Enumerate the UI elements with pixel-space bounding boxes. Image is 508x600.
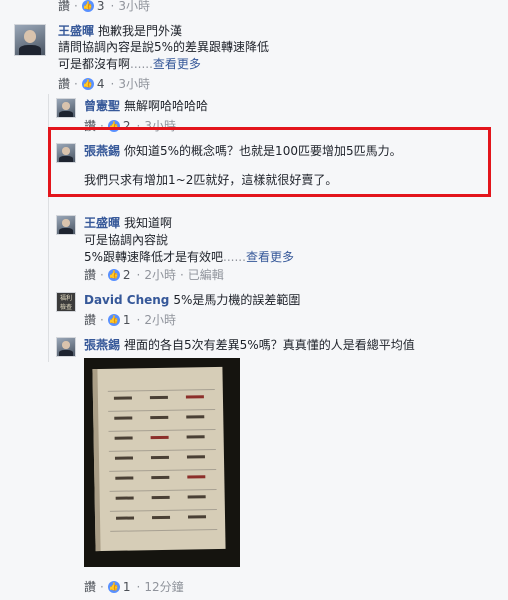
comment-text-line: 請問協調內容是說5%的差異跟轉速降低 bbox=[58, 40, 270, 54]
comment-meta: 讚 · 👍 4 · 3小時 bbox=[58, 76, 150, 92]
avatar[interactable] bbox=[56, 143, 76, 163]
separator-dot: · bbox=[136, 580, 141, 594]
comment-author[interactable]: 張燕錫 bbox=[84, 144, 120, 158]
comment-time[interactable]: 2小時 bbox=[144, 267, 176, 283]
avatar[interactable] bbox=[14, 24, 46, 56]
comment-text: 抱歉我是門外漢 bbox=[98, 24, 183, 38]
comment-body: 曾憲聖 無解啊哈哈哈哈 bbox=[84, 98, 208, 114]
comment-time[interactable]: 12分鐘 bbox=[144, 579, 183, 595]
separator-dot: · bbox=[74, 77, 78, 91]
comment-body: 張燕錫 你知道5%的概念嗎？也就是100匹要增加5匹馬力。 bbox=[84, 143, 402, 159]
comment-author[interactable]: 王盛暉 bbox=[84, 216, 120, 230]
like-count[interactable]: 3 bbox=[97, 0, 105, 14]
comment-text-line: 可是協調內容說 bbox=[84, 233, 169, 247]
ellipsis: ...... bbox=[130, 57, 153, 71]
comment-text-line: 我們只求有增加1~2匹就好，這樣就很好賣了。 bbox=[84, 173, 338, 187]
comment-thread: 讚 · 👍 3 · 3小時 王盛暉 抱歉我是門外漢 請問協調內容是說5%的差異跟轉… bbox=[0, 0, 508, 600]
separator-dot: · bbox=[100, 580, 104, 594]
like-link[interactable]: 讚 bbox=[84, 312, 96, 328]
comment-text-line: 可是都沒有啊......查看更多 bbox=[58, 56, 201, 72]
comment-text: 我知道啊 bbox=[124, 216, 173, 230]
separator-dot: · bbox=[100, 313, 104, 327]
like-count[interactable]: 2 bbox=[123, 267, 131, 283]
dyno-sheet-image bbox=[92, 366, 226, 552]
comment-text: 無解啊哈哈哈哈 bbox=[124, 99, 209, 113]
comment-meta: 讚 · 👍 1 · 12分鐘 bbox=[84, 579, 184, 595]
like-count[interactable]: 4 bbox=[97, 76, 105, 92]
like-badge-icon: 👍 bbox=[107, 581, 120, 593]
edited-label[interactable]: 已編輯 bbox=[188, 267, 224, 283]
see-more-link[interactable]: 查看更多 bbox=[246, 250, 294, 264]
separator-dot: · bbox=[110, 0, 115, 13]
comment-body: 張燕錫 裡面的各自5次有差異5%嗎？真真懂的人是看總平均值 bbox=[84, 337, 415, 353]
comment-time[interactable]: 2小時 bbox=[144, 312, 176, 328]
like-link[interactable]: 讚 bbox=[84, 267, 96, 283]
comment-author[interactable]: David Cheng bbox=[84, 293, 169, 307]
like-link[interactable]: 讚 bbox=[58, 76, 70, 92]
comment-text-line: 5%跟轉速降低才是有效吧......查看更多 bbox=[84, 249, 294, 265]
comment-text: 裡面的各自5次有差異5%嗎？真真懂的人是看總平均值 bbox=[124, 338, 415, 352]
attached-photo[interactable] bbox=[84, 358, 240, 567]
comment-time[interactable]: 3小時 bbox=[118, 0, 150, 14]
avatar[interactable]: 福利 檢查 bbox=[56, 292, 76, 312]
like-count[interactable]: 1 bbox=[123, 579, 131, 595]
separator-dot: · bbox=[136, 268, 141, 282]
like-link[interactable]: 讚 bbox=[58, 0, 70, 14]
like-badge-icon: 👍 bbox=[107, 269, 120, 281]
like-badge-icon: 👍 bbox=[81, 0, 94, 12]
avatar[interactable] bbox=[56, 215, 76, 235]
separator-dot: · bbox=[179, 268, 184, 282]
comment-meta: 讚 · 👍 1 · 2小時 bbox=[84, 312, 176, 328]
see-more-link[interactable]: 查看更多 bbox=[153, 57, 201, 71]
separator-dot: · bbox=[110, 77, 115, 91]
like-badge-icon: 👍 bbox=[107, 314, 120, 326]
comment-body: David Cheng 5%是馬力機的誤差範圍 bbox=[84, 292, 300, 308]
comment-text: 5%是馬力機的誤差範圍 bbox=[173, 293, 301, 307]
ellipsis: ...... bbox=[223, 250, 246, 264]
comment-text: 可是都沒有啊 bbox=[58, 57, 131, 71]
comment-author[interactable]: 王盛暉 bbox=[58, 24, 94, 38]
comment-body: 王盛暉 抱歉我是門外漢 bbox=[58, 23, 182, 39]
comment-meta: 讚 · 👍 3 · 3小時 bbox=[58, 0, 150, 14]
like-badge-icon: 👍 bbox=[81, 78, 94, 90]
avatar[interactable] bbox=[56, 337, 76, 357]
separator-dot: · bbox=[136, 313, 141, 327]
avatar[interactable] bbox=[56, 98, 76, 118]
separator-dot: · bbox=[100, 268, 104, 282]
comment-text: 你知道5%的概念嗎？也就是100匹要增加5匹馬力。 bbox=[124, 144, 402, 158]
like-link[interactable]: 讚 bbox=[84, 579, 96, 595]
comment-author[interactable]: 張燕錫 bbox=[84, 338, 120, 352]
like-count[interactable]: 1 bbox=[123, 312, 131, 328]
separator-dot: · bbox=[74, 0, 78, 13]
comment-time[interactable]: 3小時 bbox=[118, 76, 150, 92]
comment-author[interactable]: 曾憲聖 bbox=[84, 99, 120, 113]
comment-meta: 讚 · 👍 2 · 2小時 · 已編輯 bbox=[84, 267, 224, 283]
comment-text: 5%跟轉速降低才是有效吧 bbox=[84, 250, 224, 264]
avatar-logo-text: 福利 檢查 bbox=[59, 295, 72, 311]
comment-body: 王盛暉 我知道啊 bbox=[84, 215, 172, 231]
